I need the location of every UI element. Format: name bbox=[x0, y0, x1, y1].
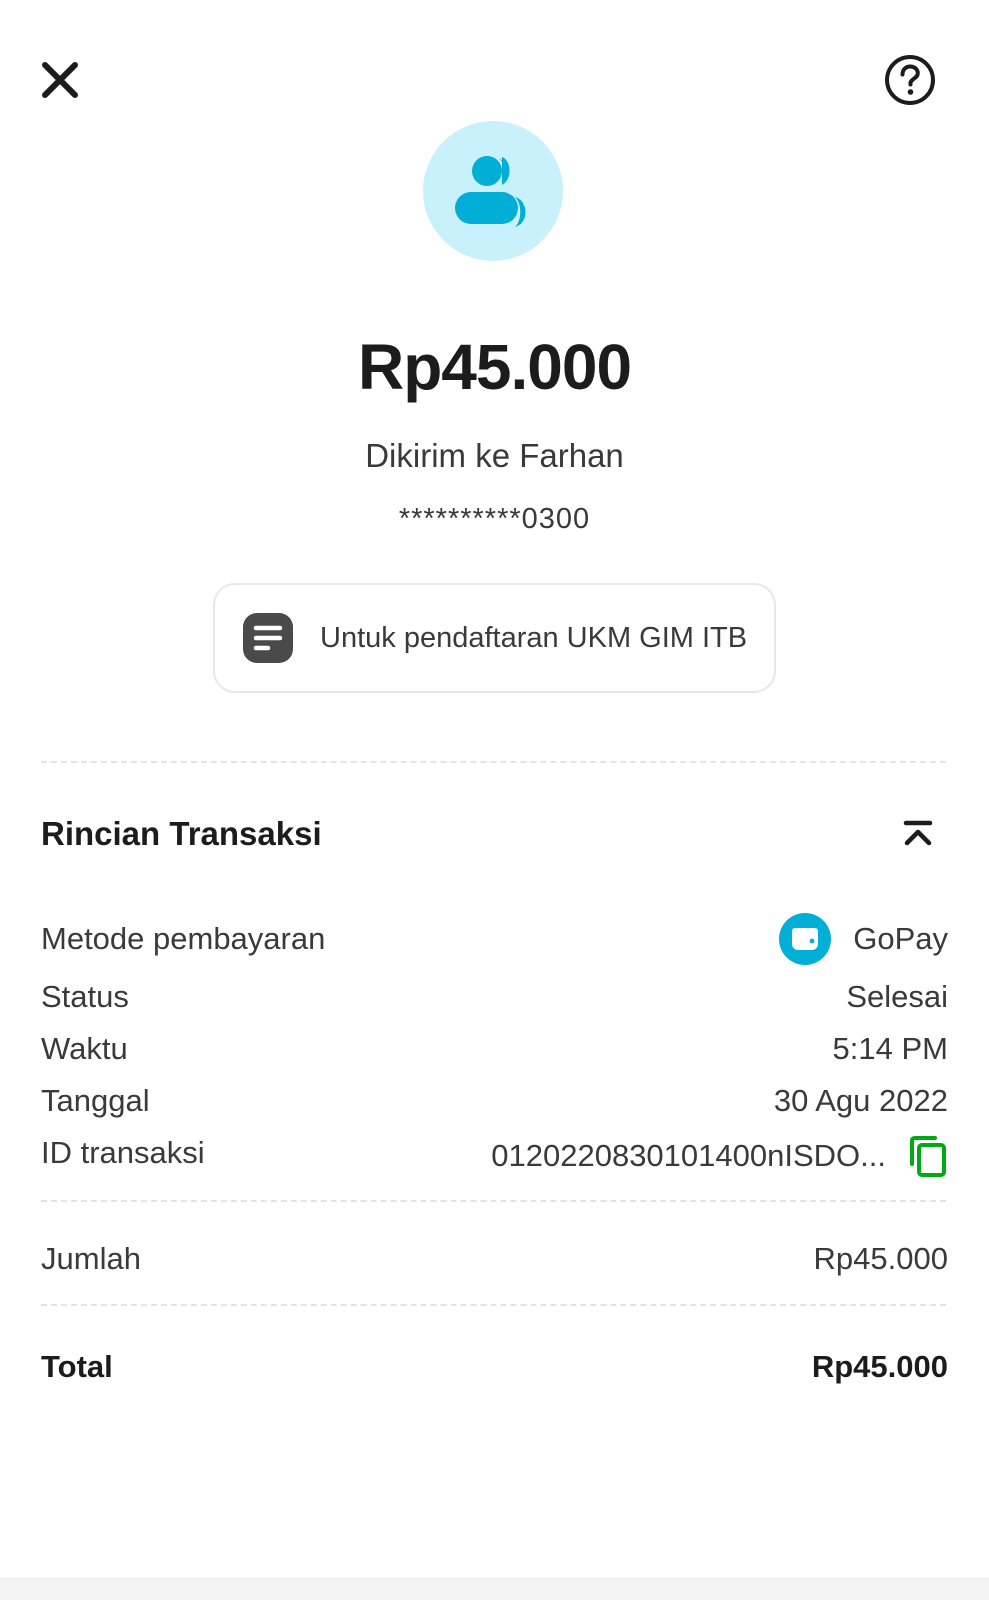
payment-method-text: GoPay bbox=[853, 921, 948, 956]
amount-label: Jumlah bbox=[41, 1241, 141, 1276]
close-icon bbox=[42, 62, 78, 98]
copy-icon[interactable] bbox=[908, 1134, 948, 1178]
note-text: Untuk pendaftaran UKM GIM ITB bbox=[320, 622, 748, 654]
bottom-bar bbox=[0, 1578, 989, 1600]
transaction-id-label: ID transaksi bbox=[41, 1135, 205, 1170]
help-button[interactable] bbox=[882, 52, 938, 108]
wallet-icon bbox=[779, 913, 832, 965]
account-number: **********0300 bbox=[398, 503, 591, 535]
divider bbox=[41, 1304, 946, 1306]
payment-method-label: Metode pembayaran bbox=[41, 921, 326, 956]
transaction-id: 0120220830101400nISDO... bbox=[491, 1133, 948, 1179]
recipient-text: Dikirim ke Farhan bbox=[365, 437, 624, 474]
note-icon bbox=[243, 613, 293, 663]
details-title: Rincian Transaksi bbox=[41, 815, 322, 852]
transfer-note: Untuk pendaftaran UKM GIM ITB bbox=[213, 583, 776, 693]
divider bbox=[41, 761, 946, 763]
total-label: Total bbox=[41, 1349, 113, 1384]
people-icon bbox=[455, 156, 526, 227]
payment-method-value: GoPay bbox=[779, 911, 948, 967]
help-circle-icon bbox=[885, 55, 935, 105]
date-value: 30 Agu 2022 bbox=[773, 1083, 948, 1118]
total-value: Rp45.000 bbox=[811, 1349, 948, 1384]
date-label: Tanggal bbox=[41, 1083, 150, 1118]
status-label: Status bbox=[41, 979, 129, 1014]
amount-value: Rp45.000 bbox=[813, 1241, 948, 1276]
recipient-avatar bbox=[423, 121, 563, 261]
time-label: Waktu bbox=[41, 1031, 128, 1066]
transfer-amount: Rp45.000 bbox=[357, 331, 632, 403]
close-button[interactable] bbox=[38, 58, 82, 102]
divider bbox=[41, 1200, 946, 1202]
chevron-up-icon bbox=[903, 820, 933, 846]
transaction-id-value: 0120220830101400nISDO... bbox=[491, 1138, 886, 1173]
collapse-details-button[interactable] bbox=[900, 818, 936, 854]
time-value: 5:14 PM bbox=[832, 1031, 948, 1066]
status-value: Selesai bbox=[846, 979, 948, 1014]
